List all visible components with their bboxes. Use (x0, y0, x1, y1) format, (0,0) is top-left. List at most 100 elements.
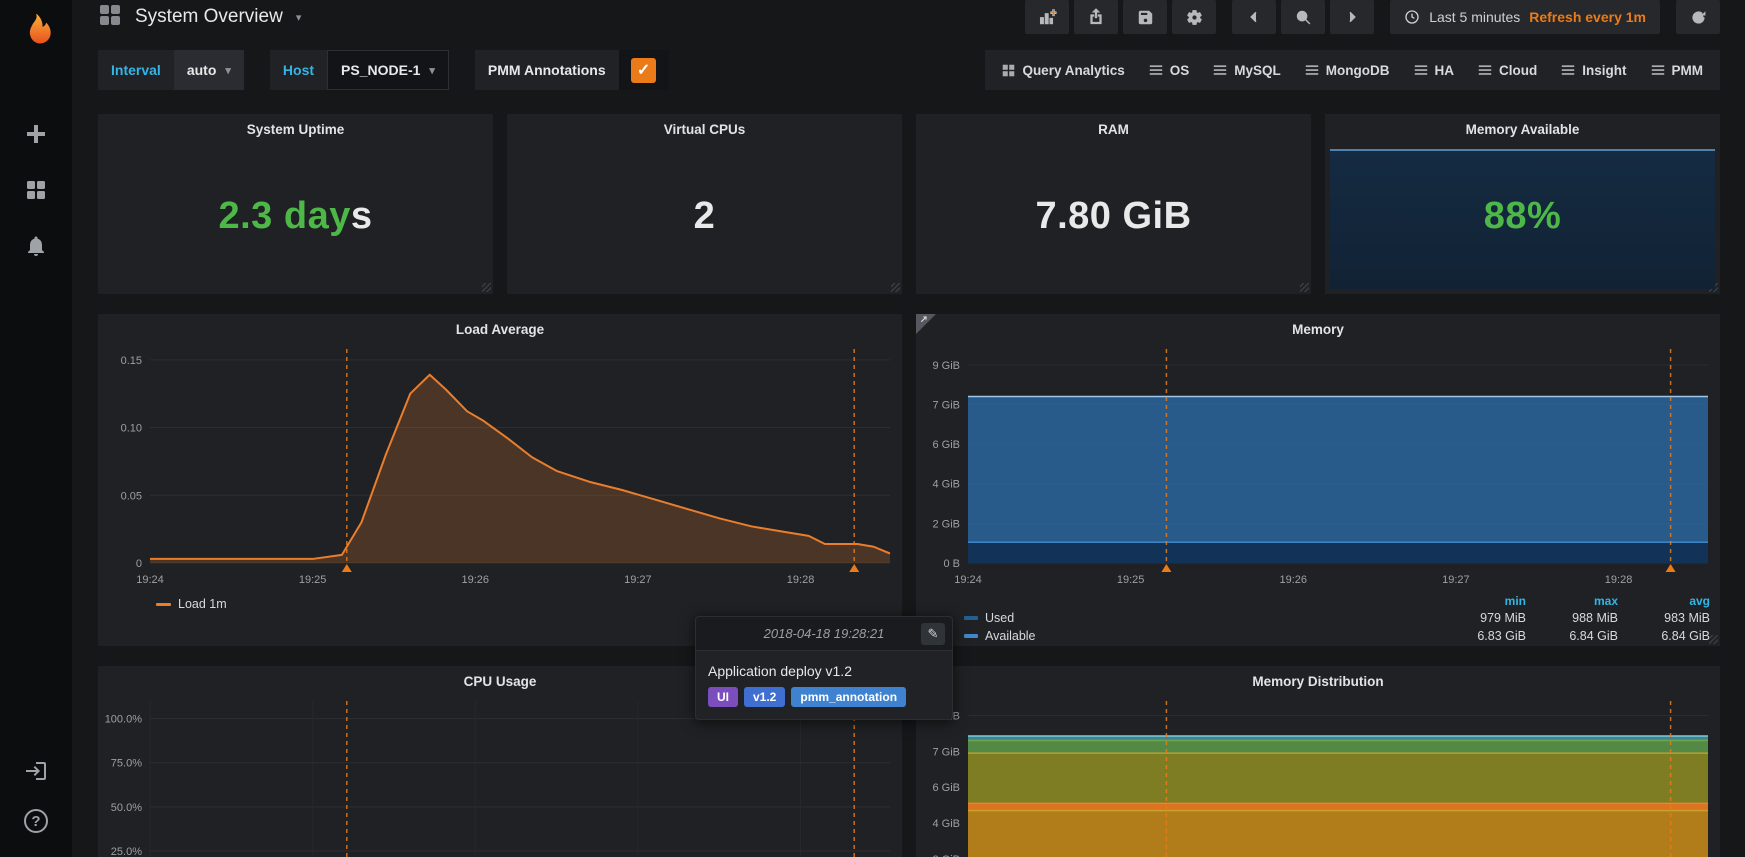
title-caret-icon[interactable]: ▾ (296, 11, 302, 24)
dashboard-links: Query Analytics OS MySQL MongoDB HA Clou… (985, 50, 1720, 90)
svg-text:19:24: 19:24 (136, 574, 164, 586)
interval-label: Interval (98, 50, 174, 90)
interval-filter: Interval auto ▾ (98, 50, 244, 90)
zoom-out-button[interactable] (1281, 0, 1325, 34)
legend-swatch (156, 603, 171, 606)
dashboards-icon[interactable] (22, 176, 50, 204)
create-icon[interactable] (22, 120, 50, 148)
load-average-chart[interactable]: 00.050.100.1519:2419:2519:2619:2719:28 (98, 339, 902, 591)
interval-value: auto (187, 62, 217, 78)
add-panel-button[interactable] (1025, 0, 1069, 34)
panel-virtual-cpus: Virtual CPUs 2 (507, 114, 902, 294)
chevron-right-icon (1344, 9, 1360, 25)
interval-select[interactable]: auto ▾ (174, 50, 244, 90)
main-content: System Overview ▾ (72, 0, 1745, 857)
legend-col-min[interactable]: min (1434, 594, 1526, 608)
time-picker-button[interactable]: Last 5 minutes Refresh every 1m (1390, 0, 1660, 34)
edit-annotation-button[interactable]: ✎ (921, 623, 945, 645)
time-range-label: Last 5 minutes (1429, 9, 1520, 25)
menu-icon (1213, 63, 1227, 77)
legend-row-available: Available 6.83 GiB 6.84 GiB 6.84 GiB (964, 627, 1710, 645)
menu-icon (1305, 63, 1319, 77)
link-ha[interactable]: HA (1402, 63, 1467, 78)
panel-title[interactable]: Memory Available (1325, 114, 1720, 139)
svg-text:7 GiB: 7 GiB (932, 399, 960, 411)
pmm-annotations-checkbox[interactable]: ✓ (619, 50, 669, 90)
host-filter: Host PS_NODE-1 ▾ (270, 50, 449, 90)
link-mongodb[interactable]: MongoDB (1293, 63, 1402, 78)
grid-icon (1002, 64, 1015, 77)
clock-icon (1404, 9, 1420, 25)
grafana-logo[interactable] (12, 8, 60, 56)
panel-title[interactable]: RAM (916, 114, 1311, 139)
time-back-button[interactable] (1232, 0, 1276, 34)
alerting-bell-icon[interactable] (22, 232, 50, 260)
sidebar-bottom: ? (22, 757, 50, 835)
bar-chart-add-icon (1038, 8, 1057, 27)
stat-value: 2 (507, 139, 902, 294)
svg-text:2 GiB: 2 GiB (932, 518, 960, 530)
stat-value: 2.3 days (98, 139, 493, 294)
svg-text:19:26: 19:26 (1280, 574, 1308, 586)
sign-in-icon[interactable] (22, 757, 50, 785)
available-swatch (964, 634, 978, 638)
svg-text:19:27: 19:27 (1442, 574, 1470, 586)
legend-col-avg[interactable]: avg (1618, 594, 1710, 608)
panel-links-icon[interactable] (916, 314, 936, 334)
annotation-tag[interactable]: v1.2 (744, 687, 785, 707)
link-os[interactable]: OS (1137, 63, 1202, 78)
legend-row-used: Used 979 MiB 988 MiB 983 MiB (964, 609, 1710, 627)
panel-title[interactable]: Load Average (98, 314, 902, 339)
panel-title[interactable]: Memory (916, 314, 1720, 339)
svg-text:19:25: 19:25 (1117, 574, 1145, 586)
navbar-left: System Overview ▾ (98, 3, 301, 32)
used-swatch (964, 616, 978, 620)
panel-memory-available: Memory Available 88% (1325, 114, 1720, 294)
floppy-save-icon (1137, 9, 1154, 26)
annotation-timestamp: 2018-04-18 19:28:21 (764, 626, 885, 641)
memory-distribution-chart[interactable]: 9 GiB7 GiB6 GiB4 GiB2 GiB0 B (916, 691, 1720, 857)
filters: Interval auto ▾ Host PS_NODE-1 ▾ PMM Ann… (98, 50, 669, 90)
link-cloud[interactable]: Cloud (1466, 63, 1549, 78)
panel-title[interactable]: Virtual CPUs (507, 114, 902, 139)
svg-text:0: 0 (136, 558, 142, 570)
panel-ram: RAM 7.80 GiB (916, 114, 1311, 294)
link-pmm[interactable]: PMM (1639, 63, 1716, 78)
stat-value: 7.80 GiB (916, 139, 1311, 294)
panel-system-uptime: System Uptime 2.3 days (98, 114, 493, 294)
link-query-analytics[interactable]: Query Analytics (990, 63, 1136, 78)
svg-text:6 GiB: 6 GiB (932, 439, 960, 451)
host-select[interactable]: PS_NODE-1 ▾ (327, 50, 449, 90)
settings-button[interactable] (1172, 0, 1216, 34)
annotation-tag[interactable]: UI (708, 687, 738, 707)
annotation-timestamp-header: 2018-04-18 19:28:21 ✎ (696, 617, 952, 651)
time-forward-button[interactable] (1330, 0, 1374, 34)
refresh-button[interactable] (1676, 0, 1720, 34)
help-icon[interactable]: ? (22, 807, 50, 835)
panel-title[interactable]: System Uptime (98, 114, 493, 139)
svg-text:19:25: 19:25 (299, 574, 327, 586)
dashboard-title[interactable]: System Overview (135, 6, 283, 28)
svg-text:19:27: 19:27 (624, 574, 652, 586)
panel-memory-distribution: Memory Distribution 9 GiB7 GiB6 GiB4 GiB… (916, 666, 1720, 857)
panel-title[interactable]: Memory Distribution (916, 666, 1720, 691)
share-button[interactable] (1074, 0, 1118, 34)
link-insight[interactable]: Insight (1549, 63, 1638, 78)
svg-text:19:24: 19:24 (954, 574, 982, 586)
legend-header-row: min max avg (964, 593, 1710, 609)
host-label: Host (270, 50, 327, 90)
svg-text:19:28: 19:28 (1605, 574, 1633, 586)
refresh-interval-label: Refresh every 1m (1529, 9, 1646, 25)
memory-chart[interactable]: 0 B2 GiB4 GiB6 GiB7 GiB9 GiB19:2419:2519… (916, 339, 1720, 591)
legend-col-max[interactable]: max (1526, 594, 1618, 608)
menu-icon (1414, 63, 1428, 77)
dashboard-navbar: System Overview ▾ (98, 0, 1720, 34)
sidebar: ? (0, 0, 72, 857)
svg-text:0.05: 0.05 (121, 490, 142, 502)
subnav: Interval auto ▾ Host PS_NODE-1 ▾ PMM Ann… (98, 50, 1720, 90)
apps-grid-icon[interactable] (98, 3, 122, 32)
legend-label[interactable]: Load 1m (178, 597, 227, 611)
link-mysql[interactable]: MySQL (1201, 63, 1293, 78)
annotation-tag[interactable]: pmm_annotation (791, 687, 906, 707)
save-button[interactable] (1123, 0, 1167, 34)
